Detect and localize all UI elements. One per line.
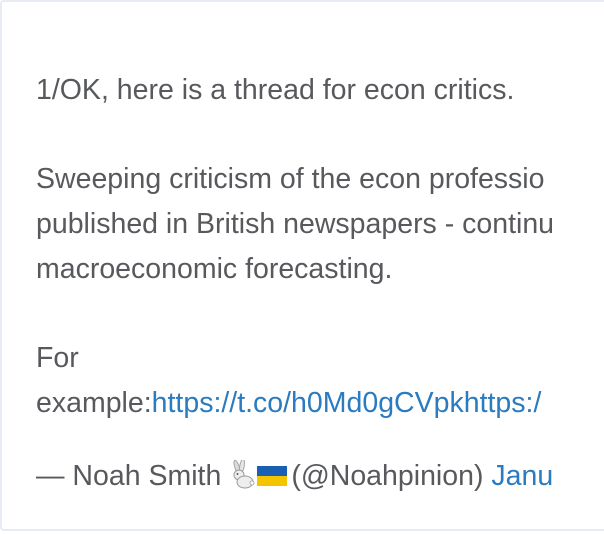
tweet-content: 1/OK, here is a thread for econ critics.… (36, 68, 604, 499)
tweet-paragraph-2: Sweeping criticism of the econ professio… (36, 157, 604, 292)
tweet-attribution: — Noah Smith (@Noahpinion) Janu (36, 454, 604, 499)
ukraine-flag-icon (257, 455, 288, 486)
embedded-tweet-card: 1/OK, here is a thread for econ critics.… (0, 0, 604, 531)
author-name: — Noah Smith (36, 460, 222, 492)
tweet-paragraph-2-line-3: macroeconomic forecasting. (36, 253, 393, 285)
tweet-paragraph-1: 1/OK, here is a thread for econ critics. (36, 74, 515, 106)
tweet-paragraph-2-line-2: published in British newspapers - contin… (36, 208, 555, 240)
tweet-links[interactable]: https://t.co/h0Md0gCVpkhttps:/ (152, 387, 542, 419)
author-handle: (@Noahpinion) (291, 460, 484, 492)
rabbit-icon (227, 458, 257, 489)
tweet-paragraph-3-line-1: For (36, 342, 79, 374)
tweet-date-link[interactable]: Janu (491, 460, 553, 492)
tweet-paragraph-3-prefix: example: (36, 387, 152, 419)
tweet-paragraph-3: For example:https://t.co/h0Md0gCVpkhttps… (36, 336, 604, 426)
tweet-paragraph-2-line-1: Sweeping criticism of the econ professio (36, 163, 545, 195)
